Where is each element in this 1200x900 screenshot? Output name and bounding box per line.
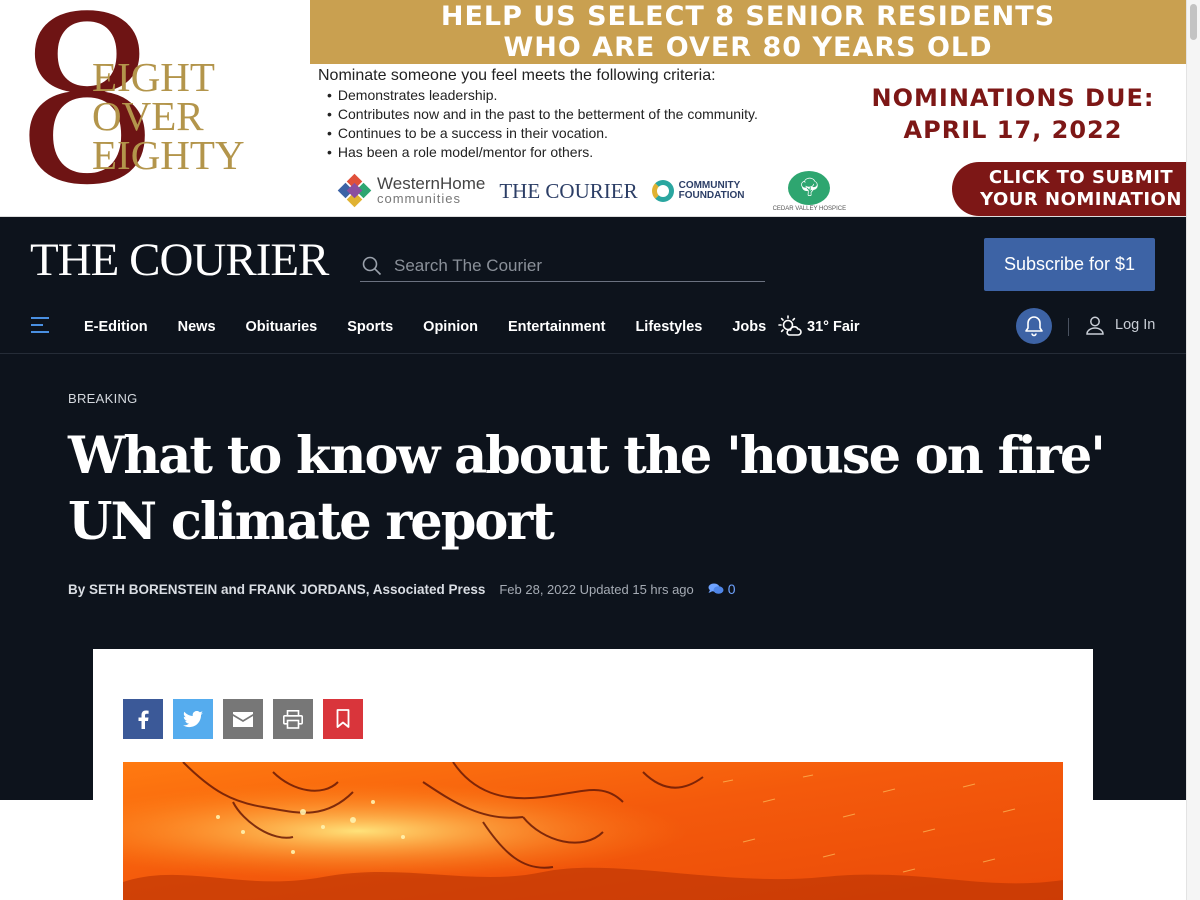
weather-text: 31° Fair	[807, 319, 860, 335]
login-link[interactable]: Log In	[1085, 315, 1155, 335]
article-byline: By SETH BORENSTEIN and FRANK JORDANS, As…	[68, 581, 736, 597]
eight-over-eighty-logo: 8 EIGHT OVER EIGHTY	[0, 0, 310, 216]
cedar-valley-name: CEDAR VALLEY HOSPICE	[772, 205, 847, 212]
community-foundation-logo: COMMUNITY FOUNDATION	[651, 180, 759, 202]
community-foundation-mark-icon	[651, 180, 674, 202]
wildfire-hero-image	[123, 762, 1063, 900]
comment-count: 0	[727, 581, 736, 597]
notifications-button[interactable]	[1016, 308, 1052, 344]
nav-item-news[interactable]: News	[178, 319, 216, 335]
criteria-item: Contributes now and in the past to the b…	[327, 105, 858, 124]
masthead-text: THE COURIER	[30, 234, 329, 286]
share-bar	[123, 699, 363, 739]
ad-criteria: Nominate someone you feel meets the foll…	[318, 66, 858, 162]
search-bar[interactable]	[360, 250, 765, 282]
email-share-button[interactable]	[223, 699, 263, 739]
nav-item-jobs[interactable]: Jobs	[732, 319, 766, 335]
nav-item-e-edition[interactable]: E-Edition	[84, 319, 148, 335]
search-input[interactable]	[394, 255, 754, 276]
facebook-share-button[interactable]	[123, 699, 163, 739]
hamburger-icon[interactable]	[31, 317, 49, 333]
cta-line: CLICK TO SUBMIT	[988, 167, 1174, 188]
criteria-item: Demonstrates leadership.	[327, 86, 858, 105]
logo-word: EIGHTY	[92, 132, 245, 178]
logo-word: EIGHT	[92, 54, 215, 100]
subscribe-button[interactable]: Subscribe for $1	[984, 238, 1155, 291]
article-date: Feb 28, 2022 Updated 15 hrs ago	[499, 581, 694, 597]
courier-sponsor-name: THE COURIER	[499, 178, 638, 203]
criteria-item: Continues to be a success in their vocat…	[327, 124, 858, 143]
bookmark-icon	[336, 709, 350, 728]
nominations-due: NOMINATIONS DUE: APRIL 17, 2022	[848, 82, 1178, 146]
criteria-item: Has been a role model/mentor for others.	[327, 143, 858, 162]
article-kicker: BREAKING	[68, 391, 138, 406]
facebook-icon	[138, 710, 149, 729]
western-home-mark-icon	[337, 173, 372, 208]
bell-icon	[1025, 316, 1043, 337]
article-headline: What to know about the 'house on fire' U…	[68, 426, 1106, 552]
twitter-icon	[183, 710, 203, 727]
nav-item-sports[interactable]: Sports	[347, 319, 393, 335]
search-icon	[362, 256, 382, 275]
cta-line: YOUR NOMINATION	[980, 189, 1182, 210]
ad-headline-line: WHO ARE OVER 80 YEARS OLD	[503, 32, 993, 63]
nav-item-entertainment[interactable]: Entertainment	[508, 319, 606, 335]
print-button[interactable]	[273, 699, 313, 739]
nav-divider	[1068, 318, 1069, 336]
western-home-sub: communities	[377, 191, 461, 206]
sponsor-logos: WesternHome communities THE COURIER COMM…	[337, 168, 847, 214]
nav-item-lifestyles[interactable]: Lifestyles	[635, 319, 702, 335]
page-scrollbar[interactable]	[1186, 0, 1200, 900]
tree-icon: 🌳︎	[788, 170, 831, 205]
bookmark-button[interactable]	[323, 699, 363, 739]
print-icon	[283, 709, 303, 729]
byline-authors: By SETH BORENSTEIN and FRANK JORDANS, As…	[68, 581, 486, 597]
western-home-logo: WesternHome communities	[337, 173, 485, 208]
ad-headline-line: HELP US SELECT 8 SENIOR RESIDENTS	[440, 1, 1056, 32]
twitter-share-button[interactable]	[173, 699, 213, 739]
user-icon	[1086, 316, 1104, 335]
cedar-valley-logo: 🌳︎ CEDAR VALLEY HOSPICE	[772, 170, 847, 212]
criteria-intro: Nominate someone you feel meets the foll…	[318, 67, 716, 84]
comments-link[interactable]: 0	[708, 581, 736, 597]
article-card	[93, 649, 1093, 900]
partly-sunny-icon	[778, 315, 802, 336]
scrollbar-thumb[interactable]	[1190, 4, 1197, 40]
due-date: APRIL 17, 2022	[903, 116, 1123, 144]
courier-sponsor-logo: THE COURIER	[499, 179, 637, 204]
community-foundation-name: COMMUNITY FOUNDATION	[678, 180, 745, 201]
login-label: Log In	[1115, 317, 1156, 333]
comments-icon	[708, 583, 724, 594]
main-nav: E-Edition News Obituaries Sports Opinion…	[0, 304, 1186, 354]
nav-item-obituaries[interactable]: Obituaries	[246, 319, 318, 335]
due-label: NOMINATIONS DUE:	[871, 84, 1155, 112]
masthead-logo[interactable]: THE COURIER	[30, 234, 329, 286]
logo-word: OVER	[92, 93, 204, 139]
nav-item-opinion[interactable]: Opinion	[423, 319, 478, 335]
submit-nomination-button[interactable]: CLICK TO SUBMIT YOUR NOMINATION	[952, 162, 1186, 216]
email-icon	[233, 711, 253, 727]
nav-items: E-Edition News Obituaries Sports Opinion…	[84, 304, 796, 350]
nomination-ad-banner[interactable]: 8 EIGHT OVER EIGHTY HELP US SELECT 8 SEN…	[0, 0, 1186, 217]
ad-headline: HELP US SELECT 8 SENIOR RESIDENTS WHO AR…	[310, 0, 1186, 64]
weather-widget[interactable]: 31° Fair	[778, 315, 860, 339]
